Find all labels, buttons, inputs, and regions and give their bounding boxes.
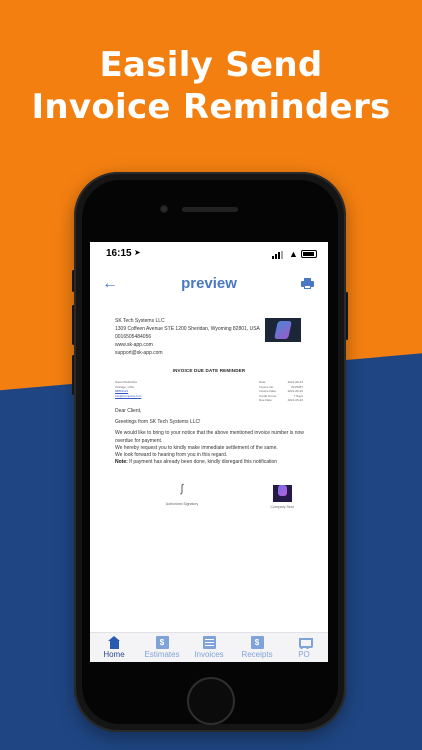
wifi-icon: ▲ — [289, 249, 298, 259]
app-screen: 16:15 ➤ ▲ ← preview SK Tech Systems LLC … — [90, 242, 328, 662]
company-phone: 0016505484056 — [115, 334, 152, 340]
tab-receipts[interactable]: Receipts — [233, 636, 281, 659]
letter-body: Dear Client, Greetings from SK Tech Syst… — [115, 408, 305, 466]
company-details: SK Tech Systems LLC 1309 Coffeen Avenue … — [115, 317, 260, 357]
printer-icon[interactable] — [301, 278, 314, 289]
tab-label: PO — [298, 650, 310, 659]
invoices-icon — [202, 636, 216, 649]
signature-block: ∫ Authorized Signatory — [160, 482, 204, 506]
front-camera — [160, 205, 168, 213]
seal-label: Company Seal — [270, 505, 294, 509]
paragraph-2: We hereby request you to kindly make imm… — [115, 444, 278, 451]
earpiece-speaker — [182, 207, 238, 212]
company-logo — [265, 318, 301, 342]
greeting: Dear Client, — [115, 408, 142, 414]
company-address: 1309 Coffeen Avenue STE 1200 Sheridan, W… — [115, 326, 260, 332]
company-name: SK Tech Systems LLC — [115, 318, 165, 324]
nav-bar: ← preview — [90, 270, 328, 300]
tab-home[interactable]: Home — [90, 636, 138, 659]
tab-po[interactable]: PO — [280, 636, 328, 659]
home-button[interactable] — [187, 677, 235, 725]
paragraph-1: We would like to bring to your notice th… — [115, 430, 304, 444]
bottom-tab-bar: Home Estimates Invoices Receipts PO — [90, 632, 328, 662]
signal-icon — [272, 251, 286, 259]
invoice-meta: Date: 2021-06-22 Invoice No: INV0287 Invoi… — [259, 380, 303, 403]
tab-estimates[interactable]: Estimates — [138, 636, 186, 659]
status-time: 16:15 — [106, 248, 132, 259]
document-title: INVOICE DUE DATE REMINDER — [172, 368, 246, 373]
company-seal-image — [272, 485, 292, 502]
home-icon — [107, 636, 121, 649]
seal-block: Company Seal — [265, 482, 299, 509]
company-email: support@sk-app.com — [115, 350, 163, 356]
meta-row: Due Date: 2021-06-22 — [259, 398, 303, 402]
headline-line-1: Easily Send — [99, 45, 323, 85]
tab-label: Estimates — [144, 650, 180, 659]
status-bar: 16:15 ➤ ▲ — [90, 242, 328, 266]
battery-icon — [301, 250, 317, 258]
company-website: www.sk-app.com — [115, 342, 153, 348]
paragraph-3: We look forward to hearing from you in t… — [115, 452, 228, 459]
tab-label: Home — [103, 650, 125, 659]
note-line: Note: If payment has already been done, … — [115, 459, 278, 466]
tab-label: Receipts — [241, 650, 273, 659]
estimates-icon — [155, 636, 169, 649]
receipts-icon — [250, 636, 264, 649]
tab-label: Invoices — [194, 650, 224, 659]
document-preview: SK Tech Systems LLC 1309 Coffeen Avenue … — [90, 304, 328, 634]
signatory-label: Authorized Signatory — [165, 502, 199, 506]
cart-icon — [298, 636, 313, 649]
intro-line: Greetings from SK Tech Systems LLC! — [115, 419, 201, 426]
tab-invoices[interactable]: Invoices — [185, 636, 233, 659]
promo-headline: Easily Send Invoice Reminders — [0, 44, 422, 128]
location-arrow-icon: ➤ — [134, 248, 141, 257]
recipient-block: Steve Rodinicha Chicago, USA 98861122 in… — [115, 380, 141, 398]
page-title: preview — [181, 275, 237, 292]
recipient-email-link[interactable]: info@company.com — [115, 394, 141, 399]
signature-icon: ∫ — [180, 483, 184, 495]
headline-line-2: Invoice Reminders — [31, 87, 391, 127]
